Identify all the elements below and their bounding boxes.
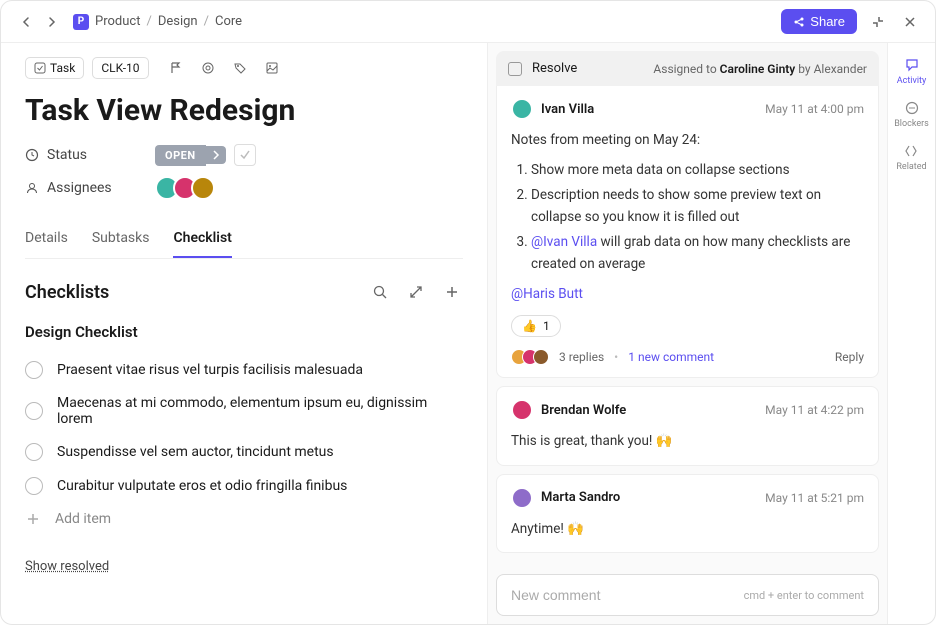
checklist-item[interactable]: Curabitur vulputate eros et odio fringil… [25, 469, 463, 503]
status-label: Status [25, 147, 155, 163]
reaction-button[interactable]: 👍 1 [511, 315, 561, 337]
comment-author: Marta Sandro [541, 490, 620, 505]
add-item-button[interactable]: Add item [25, 503, 463, 535]
comment-body: Notes from meeting on May 24: Show more … [511, 130, 864, 305]
assignees-list[interactable] [155, 176, 215, 200]
task-title: Task View Redesign [25, 93, 463, 128]
thread-avatars[interactable] [511, 349, 549, 365]
breadcrumb-item[interactable]: Product [95, 14, 140, 29]
checkbox-icon [34, 62, 46, 74]
comment-input-box[interactable]: cmd + enter to comment [496, 574, 879, 616]
chat-icon [904, 57, 920, 73]
plus-icon[interactable] [441, 281, 463, 303]
breadcrumb: P Product / Design / Core [73, 14, 242, 30]
close-icon[interactable] [899, 11, 921, 33]
checklist-item[interactable]: Maecenas at mi commodo, elementum ipsum … [25, 387, 463, 435]
breadcrumb-item[interactable]: Core [215, 14, 242, 29]
flag-icon[interactable] [165, 57, 187, 79]
share-button[interactable]: Share [781, 9, 857, 34]
tab-checklist[interactable]: Checklist [173, 220, 231, 258]
comment-card: Ivan Villa May 11 at 4:00 pm Notes from … [496, 86, 879, 378]
task-type-chip[interactable]: Task [25, 57, 84, 79]
comment-card: Marta Sandro May 11 at 5:21 pm Anytime! … [496, 474, 879, 554]
comment-body: This is great, thank you! 🙌 [511, 431, 864, 453]
search-icon[interactable] [369, 281, 391, 303]
share-icon [793, 16, 805, 28]
tab-subtasks[interactable]: Subtasks [92, 220, 150, 258]
check-circle-icon[interactable] [25, 402, 43, 420]
reply-link[interactable]: Reply [835, 350, 864, 364]
resolve-assigned-text: Assigned to Caroline Ginty by Alexander [653, 62, 867, 76]
plus-icon [25, 511, 41, 527]
status-next-button[interactable] [206, 146, 226, 164]
resolve-checkbox[interactable] [508, 62, 522, 76]
avatar[interactable] [511, 487, 533, 509]
show-resolved-link[interactable]: Show resolved [25, 559, 463, 574]
check-circle-icon[interactable] [25, 443, 43, 461]
blocker-icon [904, 100, 920, 116]
comment-body: Anytime! 🙌 [511, 519, 864, 541]
breadcrumb-badge: P [73, 14, 89, 30]
resolve-bar: Resolve Assigned to Caroline Ginty by Al… [496, 51, 879, 86]
task-id-chip[interactable]: CLK-10 [92, 57, 148, 79]
comment-author: Brendan Wolfe [541, 403, 626, 418]
checklist-item[interactable]: Praesent vitae risus vel turpis facilisi… [25, 353, 463, 387]
related-icon [903, 143, 919, 159]
avatar[interactable] [511, 399, 533, 421]
avatar[interactable] [511, 98, 533, 120]
comment-date: May 11 at 5:21 pm [765, 491, 864, 505]
tag-icon[interactable] [229, 57, 251, 79]
checklists-heading: Checklists [25, 282, 109, 303]
comment-hint: cmd + enter to comment [744, 589, 864, 602]
comment-input[interactable] [511, 587, 744, 603]
thread-replies[interactable]: 3 replies [559, 350, 604, 364]
thread-new-link[interactable]: 1 new comment [628, 350, 714, 364]
person-icon [25, 181, 39, 195]
minimize-icon[interactable] [867, 11, 889, 33]
tab-details[interactable]: Details [25, 220, 68, 258]
comment-date: May 11 at 4:00 pm [765, 102, 864, 116]
avatar[interactable] [191, 176, 215, 200]
checklist-title: Design Checklist [25, 323, 463, 341]
comment-card: Brendan Wolfe May 11 at 4:22 pm This is … [496, 386, 879, 466]
image-icon[interactable] [261, 57, 283, 79]
resolve-label[interactable]: Resolve [532, 61, 577, 76]
target-icon[interactable] [197, 57, 219, 79]
mention-link[interactable]: @Haris Butt [511, 284, 864, 306]
mention-link[interactable]: @Ivan Villa [531, 234, 597, 250]
nav-forward-button[interactable] [41, 11, 63, 33]
nav-back-button[interactable] [15, 11, 37, 33]
check-circle-icon[interactable] [25, 477, 43, 495]
status-badge[interactable]: OPEN [155, 145, 206, 166]
comment-author: Ivan Villa [541, 102, 594, 117]
check-circle-icon[interactable] [25, 361, 43, 379]
sidebar-tab-blockers[interactable]: Blockers [894, 100, 929, 129]
assignees-label: Assignees [25, 180, 155, 196]
status-icon [25, 148, 39, 162]
checklist-item[interactable]: Suspendisse vel sem auctor, tincidunt me… [25, 435, 463, 469]
status-complete-button[interactable] [234, 144, 256, 166]
breadcrumb-item[interactable]: Design [158, 14, 198, 29]
expand-icon[interactable] [405, 281, 427, 303]
sidebar-tab-activity[interactable]: Activity [897, 57, 926, 86]
comment-date: May 11 at 4:22 pm [765, 403, 864, 417]
sidebar-tab-related[interactable]: Related [896, 143, 926, 172]
